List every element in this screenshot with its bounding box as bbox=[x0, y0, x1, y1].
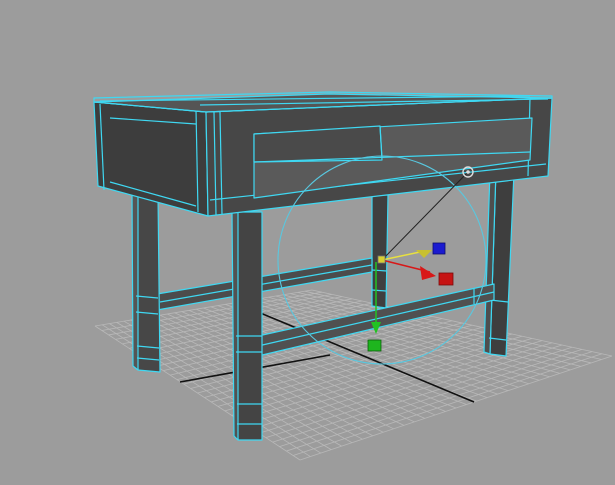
grid-line bbox=[279, 349, 583, 447]
center-handle[interactable] bbox=[377, 255, 386, 264]
z-axis-handle[interactable] bbox=[381, 242, 446, 261]
leg-front-left[interactable] bbox=[231, 211, 263, 441]
grid-line bbox=[299, 355, 613, 461]
perspective-viewport[interactable] bbox=[0, 0, 615, 485]
leg-back-right[interactable] bbox=[483, 169, 515, 357]
x-axis-handle[interactable] bbox=[381, 259, 454, 286]
grid-line bbox=[258, 342, 553, 434]
leg-back-left-outer[interactable] bbox=[131, 191, 161, 373]
apron-left-face[interactable] bbox=[93, 101, 209, 217]
table-mesh[interactable] bbox=[93, 91, 553, 441]
leg-back-left[interactable] bbox=[371, 194, 389, 309]
viewport-canvas[interactable] bbox=[0, 0, 615, 485]
